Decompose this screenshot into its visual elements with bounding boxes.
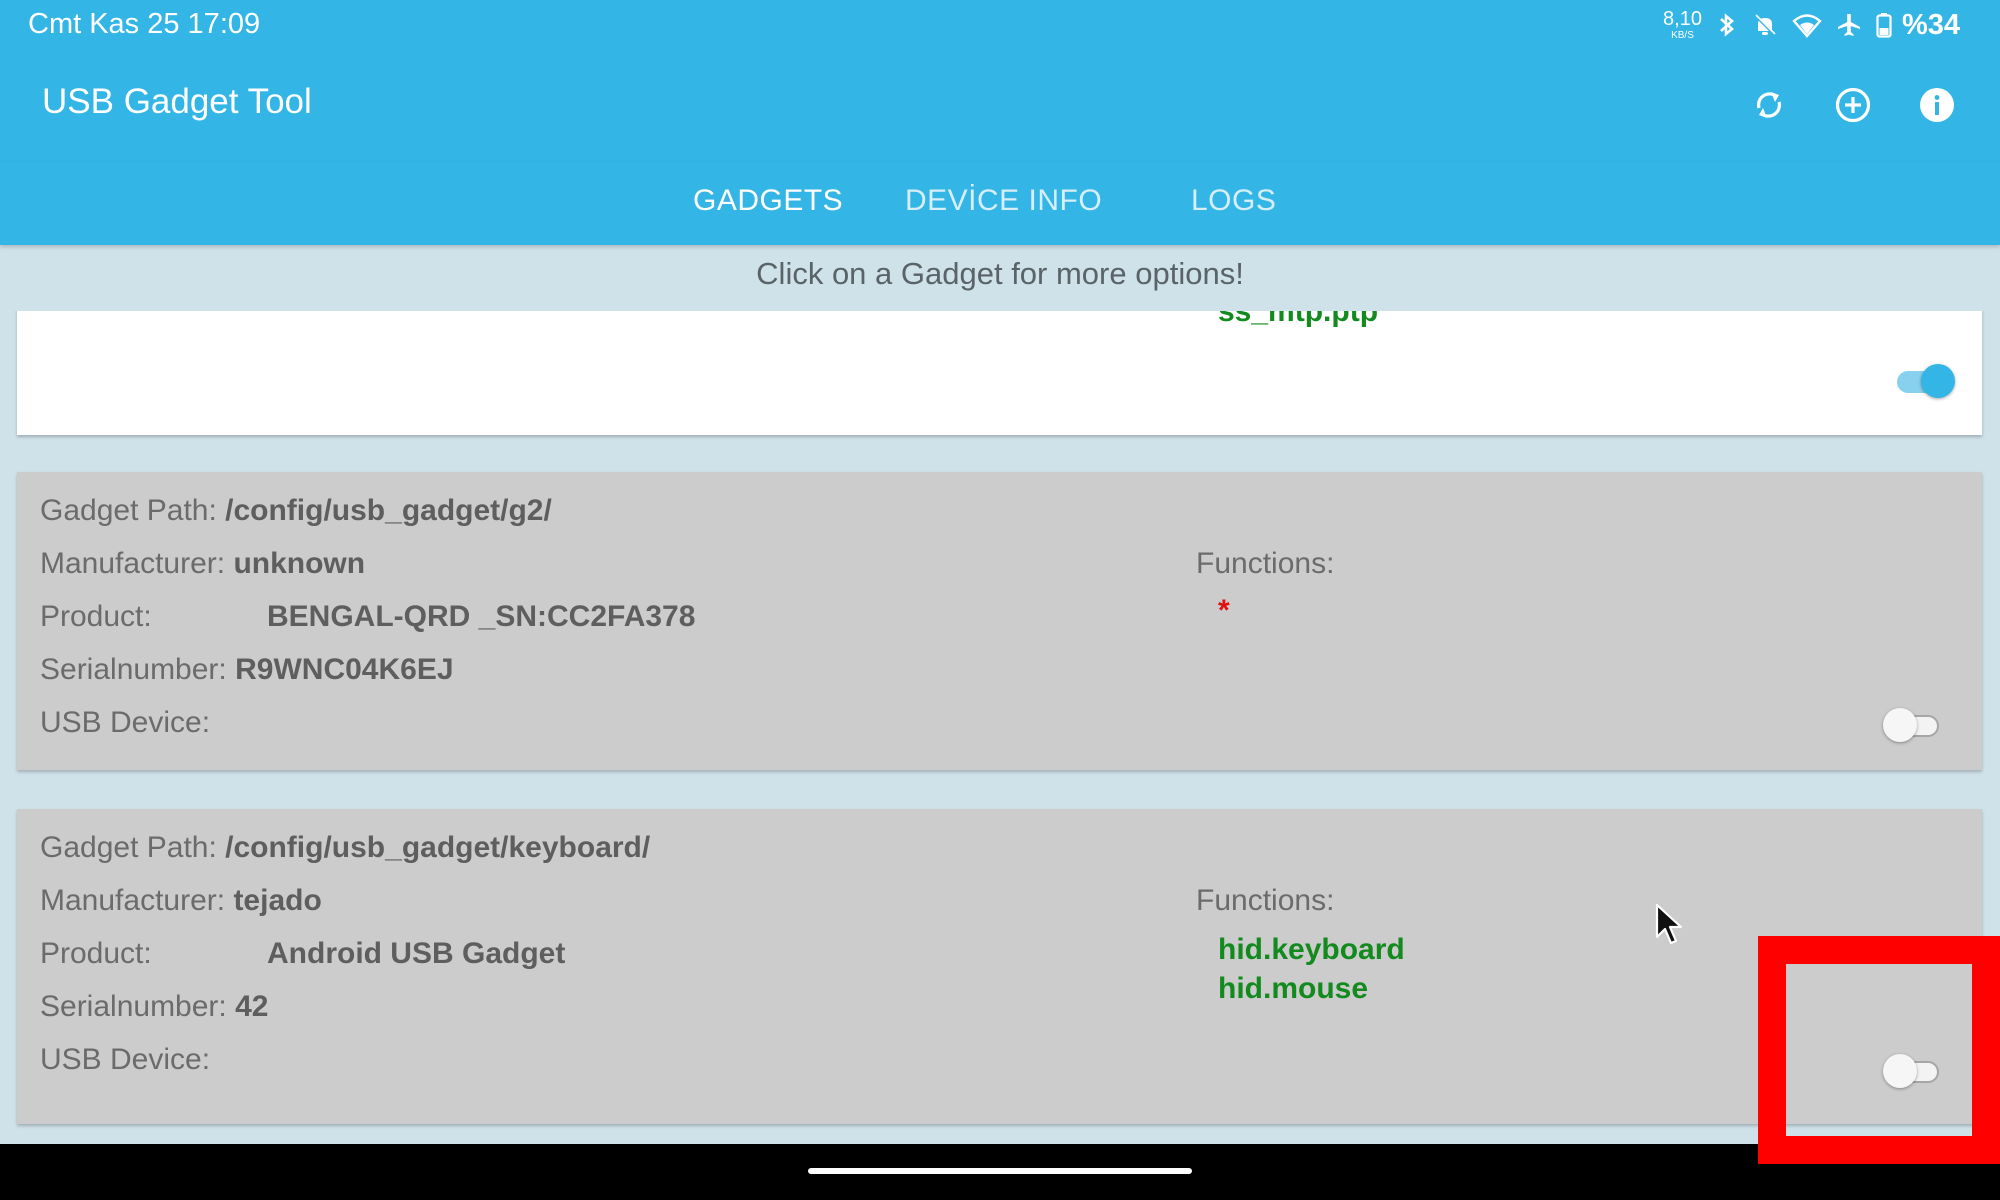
app-bar-actions (1744, 80, 1962, 130)
gadget-path-row: Gadget Path: /config/usb_gadget/g2/ (40, 494, 552, 528)
mouse-cursor-icon (1655, 903, 1683, 945)
app-title: USB Gadget Tool (42, 82, 312, 121)
status-icons: 8,10 KB/S %34 (1663, 6, 1960, 44)
gadget-path-value: /config/usb_gadget/g2/ (225, 494, 552, 527)
network-speed: 8,10 KB/S (1663, 9, 1702, 41)
gadget-enable-switch[interactable] (1883, 705, 1943, 745)
battery-percentage: %34 (1901, 8, 1960, 41)
product-label: Product: (40, 937, 152, 970)
tab-logs[interactable]: LOGS (1191, 184, 1276, 218)
product-value: Android USB Gadget (267, 937, 566, 970)
switch-thumb (1883, 708, 1917, 742)
gadget-card-keyboard[interactable]: Gadget Path: /config/usb_gadget/keyboard… (17, 809, 1982, 1124)
manufacturer-label: Manufacturer: (40, 547, 226, 580)
serialnumber-row: Serialnumber: R9WNC04K6EJ (40, 653, 454, 687)
function-item: hid.keyboard (1218, 933, 1405, 966)
home-gesture-handle[interactable] (808, 1168, 1192, 1174)
gadget-card-mtp[interactable]: ss_mtp.ptp (17, 311, 1982, 435)
manufacturer-value: tejado (233, 884, 322, 917)
wifi-icon (1792, 14, 1822, 38)
bluetooth-icon (1720, 13, 1734, 37)
functions-label: Functions: (1196, 884, 1335, 917)
status-time: Cmt Kas 25 17:09 (28, 8, 261, 40)
manufacturer-row: Manufacturer: unknown (40, 547, 365, 581)
gadget-enable-switch[interactable] (1883, 1051, 1943, 1091)
info-button[interactable] (1912, 80, 1962, 130)
function-item: ss_mtp.ptp (1218, 311, 1379, 328)
gadget-path-row: Gadget Path: /config/usb_gadget/keyboard… (40, 831, 650, 865)
refresh-button[interactable] (1744, 80, 1794, 130)
gadget-enable-switch[interactable] (1895, 361, 1955, 401)
serialnumber-value: R9WNC04K6EJ (235, 653, 454, 686)
product-value: BENGAL-QRD _SN:CC2FA378 (267, 600, 696, 633)
bell-off-icon (1753, 13, 1777, 37)
product-label: Product: (40, 600, 152, 633)
refresh-icon (1756, 92, 1782, 118)
hint-text: Click on a Gadget for more options! (756, 256, 1244, 291)
tab-bar: GADGETS DEVİCE INFO LOGS (0, 162, 2000, 245)
serialnumber-label: Serialnumber: (40, 990, 227, 1023)
manufacturer-row: Manufacturer: tejado (40, 884, 322, 918)
navigation-bar (0, 1144, 2000, 1200)
usb-device-label: USB Device: (40, 1043, 211, 1076)
add-circle-icon (1835, 87, 1871, 123)
network-speed-value: 8,10 (1663, 8, 1702, 30)
function-item: hid.mouse (1218, 972, 1369, 1005)
switch-thumb (1921, 364, 1955, 398)
network-speed-unit: KB/S (1671, 30, 1694, 41)
manufacturer-label: Manufacturer: (40, 884, 226, 917)
functions-label: Functions: (1196, 547, 1335, 580)
gadget-list[interactable]: ss_mtp.ptp Gadget Path: /config/usb_gadg… (0, 311, 2000, 1144)
tab-gadgets[interactable]: GADGETS (693, 184, 843, 218)
gadget-card-g2[interactable]: Gadget Path: /config/usb_gadget/g2/ Manu… (17, 472, 1982, 770)
tab-device-info[interactable]: DEVİCE INFO (905, 184, 1102, 218)
serialnumber-row: Serialnumber: 42 (40, 990, 268, 1024)
usb-device-label: USB Device: (40, 706, 211, 739)
app-bar: USB Gadget Tool (0, 50, 2000, 162)
gadget-path-value: /config/usb_gadget/keyboard/ (225, 831, 651, 864)
add-gadget-button[interactable] (1828, 80, 1878, 130)
gadget-path-label: Gadget Path: (40, 831, 217, 864)
switch-thumb (1883, 1054, 1917, 1088)
functions-empty-marker: * (1218, 594, 1230, 627)
airplane-icon (1837, 14, 1860, 36)
serialnumber-label: Serialnumber: (40, 653, 227, 686)
status-bar: Cmt Kas 25 17:09 8,10 KB/S %34 (0, 0, 2000, 50)
info-icon (1920, 88, 1954, 122)
serialnumber-value: 42 (235, 990, 269, 1023)
battery-icon (1876, 13, 1892, 38)
manufacturer-value: unknown (233, 547, 366, 580)
gadget-path-label: Gadget Path: (40, 494, 217, 527)
